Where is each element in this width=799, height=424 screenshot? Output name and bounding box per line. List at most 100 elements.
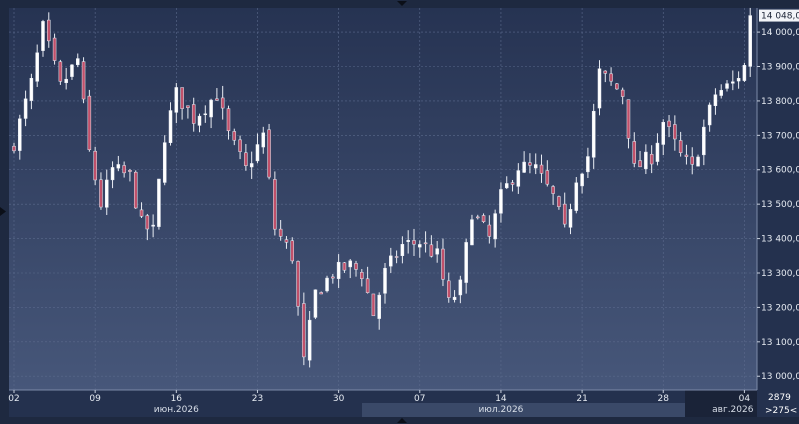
y-tick-label: 13 700,00: [761, 131, 799, 141]
candle-body: [162, 142, 167, 183]
candle-body: [539, 164, 544, 174]
candle-body: [296, 261, 300, 307]
candle-body: [261, 132, 266, 148]
candle-body: [360, 272, 364, 279]
candle-body: [522, 161, 526, 173]
candle-body: [597, 68, 602, 109]
candle-body: [342, 262, 347, 271]
candle-body: [470, 219, 474, 246]
candle-body: [220, 97, 225, 109]
x-tick-label: 30: [333, 394, 345, 404]
last-price-label: 14 048,00: [761, 12, 799, 22]
y-tick-label: 13 000,00: [761, 372, 799, 382]
candle-body: [87, 95, 92, 150]
candle-body: [644, 151, 648, 170]
x-tick-label: 07: [414, 394, 425, 404]
y-tick-label: 13 400,00: [761, 235, 799, 245]
candle-body: [499, 189, 503, 214]
candle-body: [336, 261, 341, 279]
candle-body: [18, 118, 22, 151]
candle-body: [661, 122, 665, 145]
x-tick-label: 23: [252, 394, 263, 404]
scrollbar-track[interactable]: [362, 403, 685, 417]
x-tick-label: 16: [171, 394, 183, 404]
candle-body: [725, 83, 729, 89]
candle-body: [528, 162, 532, 166]
last-price-tag: 14 048,00: [759, 9, 799, 22]
candle-body: [116, 164, 121, 169]
candle-body: [70, 64, 74, 77]
y-tick-label: 13 500,00: [761, 200, 799, 210]
candle-body: [307, 319, 312, 361]
candle-body: [168, 110, 173, 143]
candle-body: [157, 178, 161, 227]
candle-body: [105, 179, 109, 208]
candle-body: [620, 89, 625, 97]
candle-body: [568, 209, 573, 228]
candle-body: [249, 163, 254, 168]
candle-body: [400, 244, 405, 256]
x-tick-label: 02: [8, 394, 19, 404]
candle-body: [586, 156, 590, 173]
candle-body: [12, 145, 16, 152]
candle-body: [325, 277, 329, 292]
candle-body: [719, 90, 723, 96]
candle-body: [58, 61, 63, 82]
candle-body: [545, 170, 550, 185]
candle-body: [562, 203, 567, 225]
candle-body: [290, 240, 294, 262]
candle-body: [574, 182, 579, 211]
candle-body: [319, 292, 323, 295]
candle-body: [23, 98, 28, 119]
candle-body: [215, 98, 219, 101]
candle-body: [736, 78, 741, 82]
candle-body: [244, 152, 248, 166]
x-tick-label: 04: [739, 394, 751, 404]
candle-body: [487, 224, 492, 237]
candle-body: [238, 139, 242, 152]
candle-body: [139, 209, 144, 217]
candle-body: [348, 260, 352, 268]
plot-area: [9, 8, 757, 390]
candle-body: [684, 154, 689, 157]
candle-body: [423, 242, 428, 245]
candle-body: [702, 126, 706, 156]
candle-body: [638, 160, 642, 168]
candle-body: [632, 141, 637, 164]
candle-body: [615, 83, 619, 90]
period-label: >275<: [765, 406, 797, 416]
candle-body: [273, 179, 277, 230]
candle-body: [377, 294, 381, 319]
candle-body: [64, 78, 68, 84]
candle-body: [93, 150, 97, 181]
month-label: июл.2026: [478, 405, 523, 415]
month-label: авг.2026: [712, 405, 754, 415]
candle-body: [696, 156, 700, 167]
candle-body: [383, 267, 387, 294]
y-tick-label: 13 900,00: [761, 63, 799, 73]
y-tick-label: 13 200,00: [761, 303, 799, 313]
candle-body: [476, 216, 480, 219]
y-tick-label: 14 000,00: [761, 28, 799, 38]
y-tick-label: 13 300,00: [761, 269, 799, 279]
candle-body: [742, 65, 747, 81]
candle-body: [464, 242, 468, 283]
candle-body: [713, 94, 718, 106]
candle-body: [186, 105, 190, 108]
candle-body: [626, 99, 631, 139]
candle-body: [145, 215, 150, 230]
candle-body: [516, 170, 521, 187]
candle-body: [580, 173, 584, 187]
price-chart[interactable]: 13 000,00 13 100,00 13 200,00 13 300,00 13 4…: [0, 0, 799, 424]
candle-body: [504, 183, 509, 189]
candle-body: [603, 70, 608, 74]
candle-body: [232, 131, 237, 141]
candle-body: [649, 154, 654, 165]
candle-body: [493, 213, 497, 240]
candle-body: [99, 179, 103, 208]
candle-body: [302, 303, 306, 358]
candle-body: [678, 140, 683, 153]
candle-body: [690, 156, 694, 165]
x-tick-label: 14: [495, 394, 507, 404]
candle-body: [748, 15, 752, 67]
